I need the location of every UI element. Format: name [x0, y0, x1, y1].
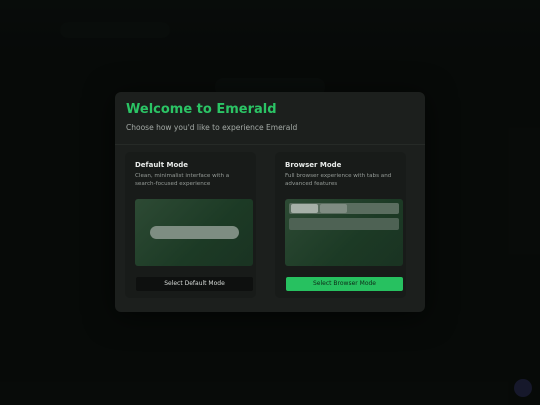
browser-mode-preview	[285, 199, 403, 266]
dialog-title: Welcome to Emerald	[126, 102, 277, 117]
select-browser-mode-button[interactable]: Select Browser Mode	[286, 277, 403, 291]
welcome-dialog: Welcome to Emerald Choose how you'd like…	[115, 92, 425, 312]
preview-tab-active	[291, 204, 318, 213]
preview-search-bar	[150, 226, 239, 239]
preview-address-bar	[289, 218, 399, 230]
browser-mode-description: Full browser experience with tabs and ad…	[285, 173, 392, 187]
default-mode-description: Clean, minimalist interface with a searc…	[135, 173, 230, 187]
browser-mode-card[interactable]: Browser Mode Full browser experience wit…	[275, 152, 406, 298]
select-default-mode-button[interactable]: Select Default Mode	[136, 277, 253, 291]
dialog-divider	[115, 144, 425, 145]
preview-tab	[320, 204, 347, 213]
default-mode-card[interactable]: Default Mode Clean, minimalist interface…	[125, 152, 256, 298]
browser-mode-title: Browser Mode	[285, 161, 342, 169]
assistant-icon[interactable]	[514, 379, 532, 397]
default-mode-preview	[135, 199, 253, 266]
dialog-subtitle: Choose how you'd like to experience Emer…	[126, 123, 298, 132]
default-mode-title: Default Mode	[135, 161, 189, 169]
